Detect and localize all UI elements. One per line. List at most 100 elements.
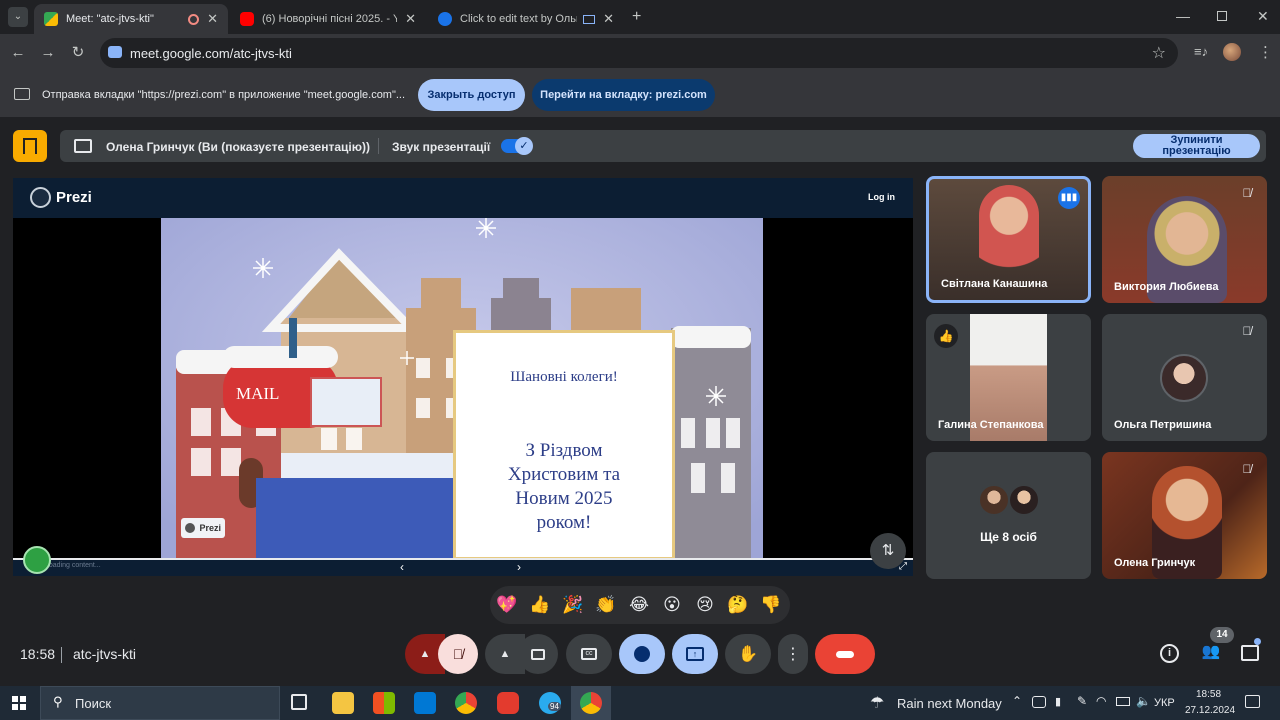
input-language[interactable]: УКР xyxy=(1154,697,1175,709)
people-button[interactable]: 👥 xyxy=(1199,642,1223,664)
prezi-badge[interactable]: Prezi xyxy=(181,518,225,538)
presenting-bar: Олена Гринчук (Ви (показуєте презентацію… xyxy=(60,130,1266,162)
heart-reaction-button[interactable]: 💖 xyxy=(493,591,521,619)
pen-icon: ✎ xyxy=(1077,694,1088,708)
camera-button[interactable] xyxy=(518,634,558,674)
participant-name: Галина Степанкова xyxy=(938,419,1044,431)
microsoft-store-icon[interactable] xyxy=(373,692,395,714)
windows-start-icon[interactable] xyxy=(12,696,26,710)
battery-icon[interactable] xyxy=(1116,697,1130,706)
participant-tile-olena[interactable]: 🎙̸ Олена Гринчук xyxy=(1102,452,1267,579)
profile-avatar[interactable] xyxy=(1223,43,1241,61)
browser-menu-icon[interactable]: ⋮ xyxy=(1258,43,1273,61)
participant-tile-olha[interactable]: 🎙̸ Ольга Петришина xyxy=(1102,314,1267,441)
login-link[interactable]: Log in xyxy=(868,192,895,202)
prezi-logo-text: Prezi xyxy=(56,189,92,206)
divider xyxy=(61,647,62,663)
clock-time[interactable]: 18:58 xyxy=(1196,689,1221,700)
url-text: meet.google.com/atc-jtvs-kti xyxy=(130,46,292,61)
close-tab-icon[interactable]: ✕ xyxy=(603,11,614,27)
forward-icon[interactable]: → xyxy=(38,43,58,63)
task-view-icon[interactable] xyxy=(291,694,307,710)
end-call-button[interactable] xyxy=(815,634,875,674)
captions-button[interactable]: cc xyxy=(566,634,612,674)
thinking-reaction-button[interactable]: 🤔 xyxy=(724,591,752,619)
clock-date[interactable]: 27.12.2024 xyxy=(1185,705,1235,716)
participant-tile-halyna[interactable]: 👍 Галина Степанкова xyxy=(926,314,1091,441)
system-tray-chevron-icon[interactable]: ⌃ xyxy=(1012,694,1022,708)
restore-icon[interactable] xyxy=(1217,11,1227,21)
participant-tile-others[interactable]: Ще 8 осіб xyxy=(926,452,1091,579)
go-to-tab-button[interactable]: Перейти на вкладку: prezi.com xyxy=(532,79,715,111)
tab-meet[interactable]: Meet: "atc-jtvs-kti" ✕ xyxy=(34,4,228,34)
present-icon: ↑ xyxy=(686,647,704,661)
green-badge-icon[interactable] xyxy=(23,546,51,574)
mic-off-button[interactable]: 🎙̸ xyxy=(438,634,478,674)
toolbar: ← → ↻ meet.google.com/atc-jtvs-kti ☆ ≡♪ … xyxy=(0,34,1280,72)
presentation-audio-toggle[interactable]: ✓ xyxy=(501,137,533,155)
chat-icon[interactable] xyxy=(1241,645,1259,661)
weather-icon: ☂ xyxy=(870,695,885,712)
hand-icon: ✋ xyxy=(738,646,758,663)
reload-icon[interactable]: ↻ xyxy=(68,43,88,63)
notifications-icon[interactable] xyxy=(1245,695,1260,708)
check-icon: ✓ xyxy=(515,137,533,155)
recording-icon xyxy=(188,13,200,25)
tab-search-button[interactable]: ⌄ xyxy=(8,7,28,27)
outlook-icon[interactable] xyxy=(414,692,436,714)
bookmark-star-icon[interactable]: ☆ xyxy=(1152,43,1166,63)
address-bar[interactable]: meet.google.com/atc-jtvs-kti ☆ xyxy=(100,38,1178,68)
reactions-button[interactable] xyxy=(619,634,665,674)
sad-reaction-button[interactable]: 😢 xyxy=(691,591,719,619)
tab-prezi[interactable]: Click to edit text by Ольга ✕ xyxy=(428,4,624,34)
mic-icon: ▮ xyxy=(1055,696,1062,708)
close-window-icon[interactable]: ✕ xyxy=(1257,8,1269,25)
search-placeholder: Поиск xyxy=(75,696,112,711)
mic-off-icon: 🎙̸ xyxy=(1242,324,1252,338)
present-button[interactable]: ↑ xyxy=(672,634,718,674)
raise-hand-button[interactable]: ✋ xyxy=(725,634,771,674)
emoji-icon xyxy=(634,646,650,662)
volume-icon[interactable]: 🔈 xyxy=(1136,694,1151,708)
chrome-icon[interactable] xyxy=(455,692,477,714)
thumbs-up-reaction-button[interactable]: 👍 xyxy=(526,591,554,619)
participant-tile-viktoria[interactable]: 🎙̸ Виктория Любиева xyxy=(1102,176,1267,303)
close-tab-icon[interactable]: ✕ xyxy=(207,11,218,27)
new-tab-button[interactable]: + xyxy=(632,8,641,26)
site-info-icon[interactable] xyxy=(108,46,122,58)
mic-off-icon: 🎙̸ xyxy=(452,646,464,662)
tab-youtube[interactable]: (6) Новорічні пісні 2025. - You ✕ xyxy=(230,4,426,34)
search-icon: ⚲ xyxy=(53,694,63,709)
wps-office-icon[interactable] xyxy=(497,692,519,714)
prezi-header: Prezi Log in xyxy=(13,178,913,218)
prezi-footer: Loading content... ‹ › ⤢ xyxy=(13,560,913,576)
more-options-button[interactable]: ⋮ xyxy=(778,634,808,674)
back-icon[interactable]: ← xyxy=(8,43,28,63)
close-tab-icon[interactable]: ✕ xyxy=(405,11,416,27)
chrome-profile-icon[interactable] xyxy=(580,692,602,714)
participant-name: Олена Гринчук xyxy=(1114,557,1196,569)
weather-text[interactable]: Rain next Monday xyxy=(897,696,1002,711)
camera-icon xyxy=(531,648,545,660)
file-explorer-icon[interactable] xyxy=(332,692,354,714)
presentation-audio-label: Звук презентації xyxy=(392,140,491,154)
google-meet-icon xyxy=(44,12,58,26)
meeting-details-icon[interactable]: i xyxy=(1160,644,1179,663)
swap-view-button[interactable]: ⇅ xyxy=(870,533,906,569)
clap-reaction-button[interactable]: 👏 xyxy=(592,591,620,619)
wifi-icon[interactable]: ◠ xyxy=(1096,694,1106,708)
minimize-icon[interactable]: — xyxy=(1176,8,1190,24)
surprised-reaction-button[interactable]: 😮 xyxy=(658,591,686,619)
taskbar-search-box[interactable]: ⚲ Поиск xyxy=(40,686,280,720)
party-reaction-button[interactable]: 🎉 xyxy=(559,591,587,619)
stop-sharing-button[interactable]: Закрыть доступ xyxy=(418,79,525,111)
media-control-icon[interactable]: ≡♪ xyxy=(1194,44,1208,59)
thumbs-down-reaction-button[interactable]: 👎 xyxy=(757,591,785,619)
participant-tile-svitlana[interactable]: ▮▮▮ Світлана Канашина xyxy=(926,176,1091,303)
next-step-icon[interactable]: › xyxy=(517,560,521,574)
laugh-reaction-button[interactable]: 😂 xyxy=(625,591,653,619)
cloud-icon xyxy=(1032,696,1046,708)
stop-presenting-button[interactable]: Зупинити презентацію xyxy=(1133,134,1260,158)
meet-presentation-logo xyxy=(13,130,47,162)
prev-step-icon[interactable]: ‹ xyxy=(400,560,404,574)
